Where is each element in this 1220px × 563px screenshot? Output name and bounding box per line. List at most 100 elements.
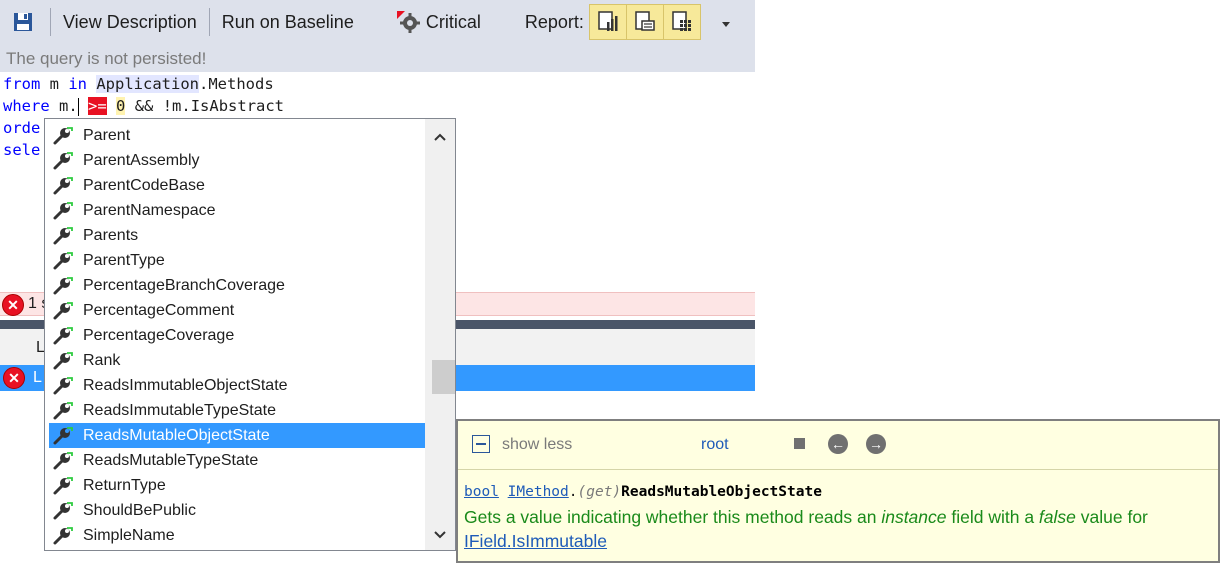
completion-item-label: PercentageBranchCoverage — [83, 276, 285, 294]
completion-item[interactable]: Parents — [49, 223, 425, 248]
scroll-up-button[interactable] — [425, 123, 455, 151]
intellisense-completion-list[interactable]: Parent ParentAssembly ParentCodeBase Parent… — [44, 118, 456, 551]
property-wrench-icon — [51, 300, 75, 322]
view-description-button[interactable]: View Description — [51, 12, 209, 33]
back-arrow-icon[interactable]: ← — [828, 434, 848, 454]
completion-item[interactable]: ParentCodeBase — [49, 173, 425, 198]
row-text: L — [33, 369, 42, 386]
chevron-up-icon — [434, 133, 446, 141]
chevron-down-icon — [434, 531, 446, 539]
property-wrench-icon — [51, 375, 75, 397]
completion-item-label: Rank — [83, 351, 121, 369]
accessor: (get) — [577, 484, 622, 500]
run-on-baseline-button[interactable]: Run on Baseline — [210, 12, 366, 33]
report-document-icon — [635, 11, 655, 31]
completion-item-label: ReadsImmutableTypeState — [83, 401, 276, 419]
property-wrench-icon — [51, 200, 75, 222]
desc-emphasis: instance — [881, 507, 947, 527]
property-wrench-icon — [51, 350, 75, 372]
completion-item-label: ReadsMutableObjectState — [83, 426, 270, 444]
save-button[interactable] — [8, 6, 38, 38]
ifield-link[interactable]: IField — [464, 531, 507, 551]
completion-item[interactable]: SimpleName — [49, 523, 425, 548]
code-line-1: from m in Application.Methods — [3, 73, 274, 95]
property-wrench-icon — [51, 225, 75, 247]
member-signature: bool IMethod.(get)ReadsMutableObjectStat… — [464, 484, 822, 500]
desc-text: value for — [1075, 507, 1148, 527]
completion-item[interactable]: PercentageCoverage — [49, 323, 425, 348]
completion-item-label: ReadsImmutableObjectState — [83, 376, 288, 394]
completion-item-label: Parent — [83, 126, 131, 144]
completion-item-label: ParentNamespace — [83, 201, 216, 219]
code-text: m. — [49, 97, 78, 115]
property-wrench-icon — [51, 475, 75, 497]
scroll-down-button[interactable] — [425, 521, 455, 549]
completion-item[interactable]: ParentNamespace — [49, 198, 425, 223]
error-operator: >= — [88, 97, 107, 115]
report-label: Report: — [524, 11, 584, 32]
error-icon: ✕ — [2, 294, 24, 316]
type-link[interactable]: bool — [464, 484, 499, 500]
scroll-thumb[interactable] — [432, 360, 455, 394]
desc-text: field with a — [946, 507, 1039, 527]
completion-item[interactable]: Rank — [49, 348, 425, 373]
completion-item-label: ParentType — [83, 251, 165, 269]
member-description: Gets a value indicating whether this met… — [464, 505, 1204, 553]
show-less-link[interactable]: show less — [502, 436, 572, 454]
report-document-button[interactable] — [625, 4, 664, 40]
stop-icon[interactable] — [794, 438, 805, 449]
owner-link[interactable]: IMethod — [508, 484, 569, 500]
completion-item[interactable]: ReadsImmutableObjectState — [49, 373, 425, 398]
dot: . — [568, 484, 578, 500]
completion-item-label: SimpleName — [83, 526, 175, 544]
completion-item-label: ParentAssembly — [83, 151, 200, 169]
completion-item[interactable]: ParentAssembly — [49, 148, 425, 173]
completion-item[interactable]: PercentageBranchCoverage — [49, 273, 425, 298]
root-link[interactable]: root — [701, 436, 729, 454]
isimmutable-link[interactable]: IsImmutable — [512, 531, 607, 551]
report-chart-icon — [598, 11, 618, 31]
forward-arrow-icon[interactable]: → — [866, 434, 886, 454]
completion-item-label: ShouldBePublic — [83, 501, 196, 519]
save-icon — [14, 13, 32, 31]
property-wrench-icon — [51, 125, 75, 147]
tooltip-header: show less root ← → — [458, 421, 1218, 470]
completion-item[interactable]: ParentType — [49, 248, 425, 273]
property-wrench-icon — [51, 400, 75, 422]
property-wrench-icon — [51, 525, 75, 547]
application-identifier: Application — [96, 75, 199, 93]
critical-label: Critical — [425, 11, 481, 32]
completion-item-label: ReturnType — [83, 476, 166, 494]
member-name: ReadsMutableObjectState — [621, 484, 822, 500]
report-table-icon — [672, 11, 691, 31]
completion-item[interactable]: ShouldBePublic — [49, 498, 425, 523]
code-line-4: sele — [3, 141, 41, 159]
report-table-button[interactable] — [662, 4, 701, 40]
property-wrench-icon — [51, 275, 75, 297]
completion-item[interactable]: ReadsImmutableTypeState — [49, 398, 425, 423]
property-wrench-icon — [51, 175, 75, 197]
completion-item[interactable]: ReadsMutableTypeState — [49, 448, 425, 473]
toolbar-overflow-dropdown[interactable] — [721, 12, 731, 33]
collapse-icon[interactable] — [472, 435, 490, 453]
completion-item[interactable]: PercentageComment — [49, 298, 425, 323]
completion-item[interactable]: ReadsMutableObjectState — [49, 423, 425, 448]
property-wrench-icon — [51, 425, 75, 447]
property-wrench-icon — [51, 450, 75, 472]
completion-item[interactable]: Parent — [49, 123, 425, 148]
completion-scrollbar[interactable] — [425, 119, 455, 550]
desc-emphasis: false — [1038, 507, 1076, 527]
keyword-in: in — [68, 75, 87, 93]
persistence-notice: The query is not persisted! — [0, 44, 755, 72]
code-line-3: orde — [3, 119, 41, 137]
completion-item-label: Parents — [83, 226, 139, 244]
chevron-down-icon — [721, 21, 730, 27]
critical-toggle[interactable]: Critical — [396, 10, 481, 34]
completion-item[interactable]: ReturnType — [49, 473, 425, 498]
keyword-where: where — [3, 97, 50, 115]
report-chart-button[interactable] — [588, 4, 627, 40]
completion-item-label: ReadsMutableTypeState — [83, 451, 259, 469]
member-info-tooltip: show less root ← → bool IMethod.(get)Rea… — [456, 419, 1220, 563]
